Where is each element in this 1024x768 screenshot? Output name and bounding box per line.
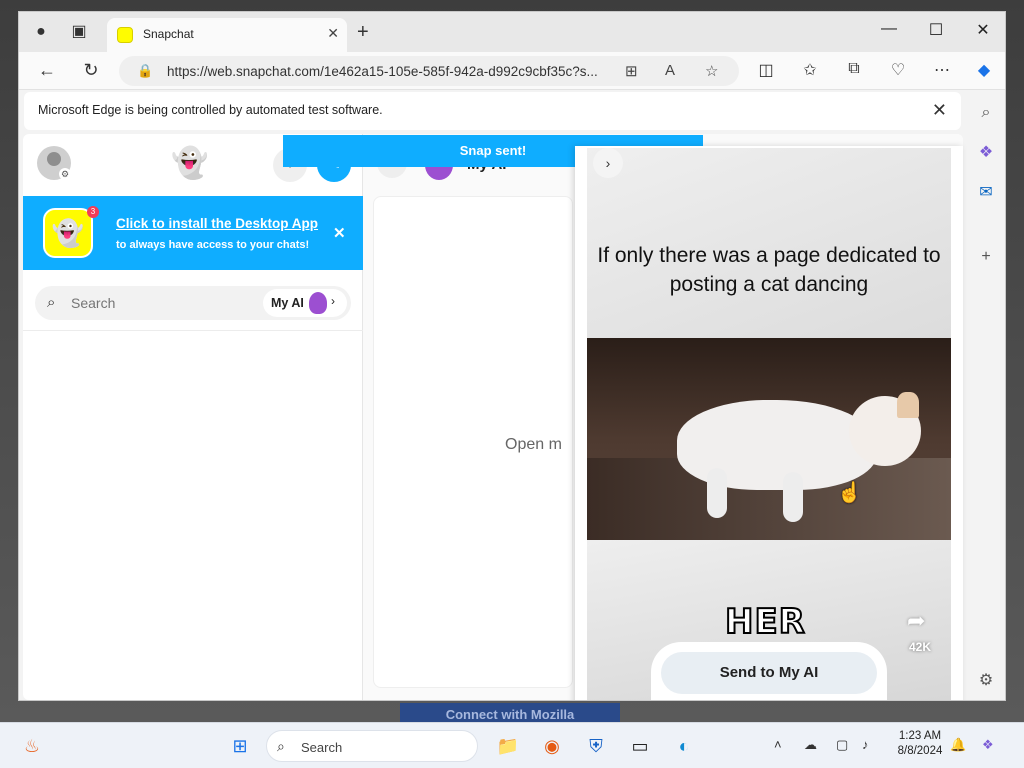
- taskbar-search-label: Search: [301, 740, 343, 755]
- chat-sidebar: ⚙ 👻 + ✎ 👻 3 Click to install the Desktop…: [23, 134, 363, 700]
- browser-essentials-icon[interactable]: ♡: [887, 60, 909, 80]
- send-to-myai-button[interactable]: Send to My AI: [661, 652, 877, 694]
- favorites-icon[interactable]: ✩: [799, 60, 821, 80]
- browser-window: ● ▣ Snapchat ✕ + — ☐ ✕ ← ↻ 🔒 https://web…: [18, 11, 1006, 701]
- snapchat-app-icon: 👻: [43, 208, 93, 258]
- refresh-icon[interactable]: ↻: [79, 60, 103, 81]
- snap-bottom-panel: HER ➦ 42K Send to My AI: [587, 540, 951, 700]
- back-icon[interactable]: ←: [35, 60, 59, 81]
- settings-gear-icon[interactable]: ⚙: [975, 670, 997, 692]
- chat-empty-placeholder: Open m: [505, 436, 562, 453]
- start-menu-icon[interactable]: ⊞: [226, 732, 254, 760]
- new-tab-icon[interactable]: +: [357, 21, 369, 44]
- cat-ear: [897, 392, 919, 418]
- clock-time: 1:23 AM: [898, 730, 942, 742]
- notification-badge: 3: [87, 206, 99, 218]
- windows-taskbar: ♨ ⊞ ⌕ Search 📁 ◉ ⛨ ▭ ◐ ˄ ☁ ▢ ♪ 1:23 AM 8…: [0, 722, 1024, 768]
- read-aloud-icon[interactable]: A: [665, 62, 675, 79]
- profile-icon[interactable]: ●: [31, 22, 51, 42]
- clock-date: 8/8/2024: [897, 745, 943, 757]
- send-container: Send to My AI: [651, 642, 887, 700]
- install-desktop-app-link[interactable]: Click to install the Desktop App: [116, 216, 318, 231]
- taskbar-search[interactable]: ⌕ Search: [266, 730, 478, 762]
- tab-actions-icon[interactable]: ▣: [69, 22, 89, 42]
- collections-icon[interactable]: ⧉: [843, 60, 865, 78]
- search-icon: ⌕: [277, 738, 285, 754]
- url-text[interactable]: https://web.snapchat.com/1e462a15-105e-5…: [167, 64, 617, 79]
- volume-icon[interactable]: ♪: [862, 737, 869, 752]
- snap-viewer: › If only there was a page dedicated to …: [575, 146, 963, 700]
- tab-close-icon[interactable]: ✕: [327, 25, 339, 42]
- viewer-back-icon[interactable]: ›: [593, 148, 623, 178]
- myai-chip[interactable]: My AI ›: [263, 289, 347, 317]
- promo-close-icon[interactable]: ✕: [333, 224, 346, 242]
- split-screen-icon[interactable]: ◫: [755, 60, 777, 80]
- more-menu-icon[interactable]: ⋯: [931, 60, 953, 80]
- hand-cursor-icon: ☝: [837, 482, 862, 504]
- overlay-text: HER: [724, 601, 806, 643]
- maximize-icon[interactable]: ☐: [921, 20, 951, 40]
- tab-title: Snapchat: [143, 27, 194, 41]
- snap-caption: If only there was a page dedicated to po…: [597, 244, 941, 296]
- infobar-message: Microsoft Edge is being controlled by au…: [38, 103, 383, 117]
- copilot-icon[interactable]: ◆: [973, 60, 995, 80]
- avatar-settings-icon[interactable]: ⚙: [59, 168, 71, 180]
- app-available-icon[interactable]: ⊞: [625, 62, 638, 80]
- minimize-icon[interactable]: —: [874, 20, 904, 38]
- myai-chip-label: My AI: [271, 296, 304, 310]
- outlook-icon[interactable]: ✉: [975, 182, 997, 204]
- cat-leg: [783, 472, 803, 522]
- search-icon: ⌕: [47, 294, 56, 311]
- infobar-close-icon[interactable]: ✕: [932, 100, 947, 121]
- defender-shield-icon[interactable]: ⛨: [582, 732, 610, 760]
- title-bar: ● ▣ Snapchat ✕ + — ☐ ✕: [19, 12, 1005, 52]
- cat-video[interactable]: ☝: [587, 338, 951, 540]
- snapchat-favicon-icon: [117, 27, 133, 43]
- lock-icon[interactable]: 🔒: [137, 63, 153, 79]
- search-input[interactable]: [71, 286, 261, 320]
- promo-subtitle: to always have access to your chats!: [116, 239, 310, 251]
- copilot-taskbar-icon[interactable]: ❖: [982, 737, 994, 753]
- myai-avatar: [309, 292, 327, 314]
- network-icon[interactable]: ☁: [804, 737, 817, 753]
- chevron-up-icon[interactable]: ˄: [774, 737, 782, 752]
- search-bar: ⌕ My AI ›: [35, 286, 351, 320]
- automation-infobar: Microsoft Edge is being controlled by au…: [24, 92, 961, 130]
- copilot-rail-icon[interactable]: ❖: [975, 142, 997, 164]
- favorite-star-icon[interactable]: ☆: [705, 62, 718, 80]
- firefox-icon[interactable]: ◉: [538, 732, 566, 760]
- display-icon[interactable]: ▢: [836, 737, 848, 753]
- close-window-icon[interactable]: ✕: [968, 20, 998, 40]
- address-bar[interactable]: 🔒 https://web.snapchat.com/1e462a15-105e…: [119, 56, 739, 86]
- widgets-icon[interactable]: ♨: [18, 732, 46, 760]
- file-explorer-icon[interactable]: 📁: [494, 732, 522, 760]
- tab-snapchat[interactable]: Snapchat ✕: [107, 18, 347, 52]
- taskbar-clock[interactable]: 1:23 AM 8/8/2024: [890, 729, 950, 759]
- search-icon[interactable]: ⌕: [975, 102, 997, 124]
- chevron-right-icon: ›: [331, 294, 335, 308]
- browser-toolbar: ← ↻ 🔒 https://web.snapchat.com/1e462a15-…: [19, 52, 1005, 90]
- notification-bell-icon[interactable]: 🔔: [950, 737, 966, 753]
- edge-sidebar: ⌕ ❖ ✉ + ⚙: [967, 92, 1005, 700]
- cat-leg: [707, 468, 727, 518]
- share-count: 42K: [909, 640, 932, 654]
- desktop-app-promo: 👻 3 Click to install the Desktop App to …: [23, 196, 363, 270]
- edge-icon[interactable]: ◐: [670, 732, 698, 760]
- divider: [23, 330, 363, 331]
- share-icon[interactable]: ➦: [907, 608, 925, 634]
- snapchat-ghost-icon: 👻: [171, 147, 209, 180]
- add-rail-icon[interactable]: +: [975, 246, 997, 268]
- background-window-banner: Connect with Mozilla: [400, 703, 620, 723]
- terminal-icon[interactable]: ▭: [626, 732, 654, 760]
